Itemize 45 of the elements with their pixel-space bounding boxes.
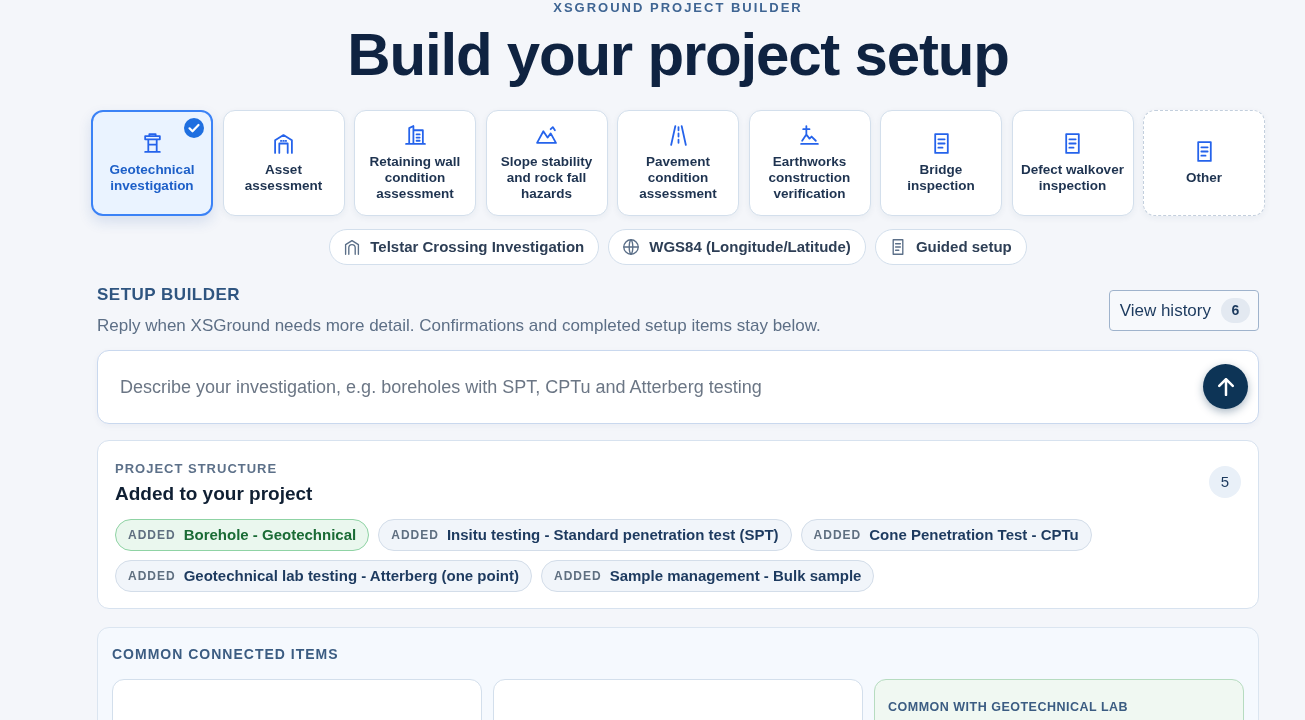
added-tag: ADDED <box>391 526 439 544</box>
road-icon <box>667 124 689 146</box>
view-history-button[interactable]: View history 6 <box>1108 290 1259 331</box>
item-name: Cone Penetration Test - CPTu <box>869 524 1079 545</box>
item-name: Sample management - Bulk sample <box>609 565 862 586</box>
project-type-tile[interactable]: Defect walkover inspection <box>1011 110 1134 216</box>
drill-rig-icon <box>141 132 163 154</box>
project-type-tile[interactable]: Geotechnical investigation <box>91 110 213 216</box>
arrow-up-icon <box>1216 377 1235 396</box>
context-chip[interactable]: Guided setup <box>874 229 1027 265</box>
prompt-input[interactable]: Describe your investigation, e.g. boreholes with SPT, CPTu and Atterberg testing <box>97 350 1259 424</box>
check-badge-icon <box>184 118 204 138</box>
arch-icon <box>344 239 361 255</box>
group-heading: COMMON WITH GEOTECHNICAL LAB <box>888 700 1129 714</box>
item-name: Geotechnical lab testing - Atterberg (one point) <box>183 565 519 586</box>
project-type-tile[interactable]: Slope stability and rock fall hazards <box>485 110 608 216</box>
warehouse-icon <box>273 132 294 154</box>
added-tag: ADDED <box>553 567 602 585</box>
building-icon <box>404 124 426 146</box>
document-icon <box>1062 132 1083 154</box>
mountain-flag-icon <box>799 124 820 146</box>
section-heading: SETUP BUILDER <box>97 285 242 305</box>
added-tag: ADDED <box>128 526 176 544</box>
section-description: Reply when XSGround needs more detail. Confirmations and completed setup items stay below. <box>97 316 821 336</box>
project-type-tile[interactable]: Retaining wall condition assessment <box>354 110 476 216</box>
page-title: Build your project setup <box>347 20 1009 90</box>
project-type-tile[interactable]: Bridge inspection <box>880 110 1002 216</box>
globe-icon <box>623 239 640 255</box>
project-type-tile[interactable]: Asset assessment <box>222 110 345 216</box>
context-chip[interactable]: Telstar Crossing Investigation <box>329 229 600 265</box>
project-type-tile[interactable]: Earthworks construction verification <box>748 110 871 216</box>
project-type-tile[interactable]: Pavement condition assessment <box>617 110 739 216</box>
added-tag: ADDED <box>128 567 176 585</box>
history-count-badge: 6 <box>1221 298 1250 323</box>
eyebrow-label: XSGROUND PROJECT BUILDER <box>553 0 803 15</box>
item-name: Borehole - Geotechnical <box>183 524 357 545</box>
panel-heading: COMMON CONNECTED ITEMS <box>112 646 340 662</box>
added-tag: ADDED <box>813 526 862 544</box>
card-eyebrow: PROJECT STRUCTURE <box>115 461 279 476</box>
item-name: Insitu testing - Standard penetration test (SPT) <box>446 524 779 545</box>
mountain-icon <box>536 124 557 146</box>
card-title: Added to your project <box>115 483 313 505</box>
item-count-badge: 5 <box>1209 466 1241 498</box>
project-type-tile[interactable]: Other <box>1143 110 1265 216</box>
context-chip[interactable]: WGS84 (Longitude/Latitude) <box>608 229 866 265</box>
